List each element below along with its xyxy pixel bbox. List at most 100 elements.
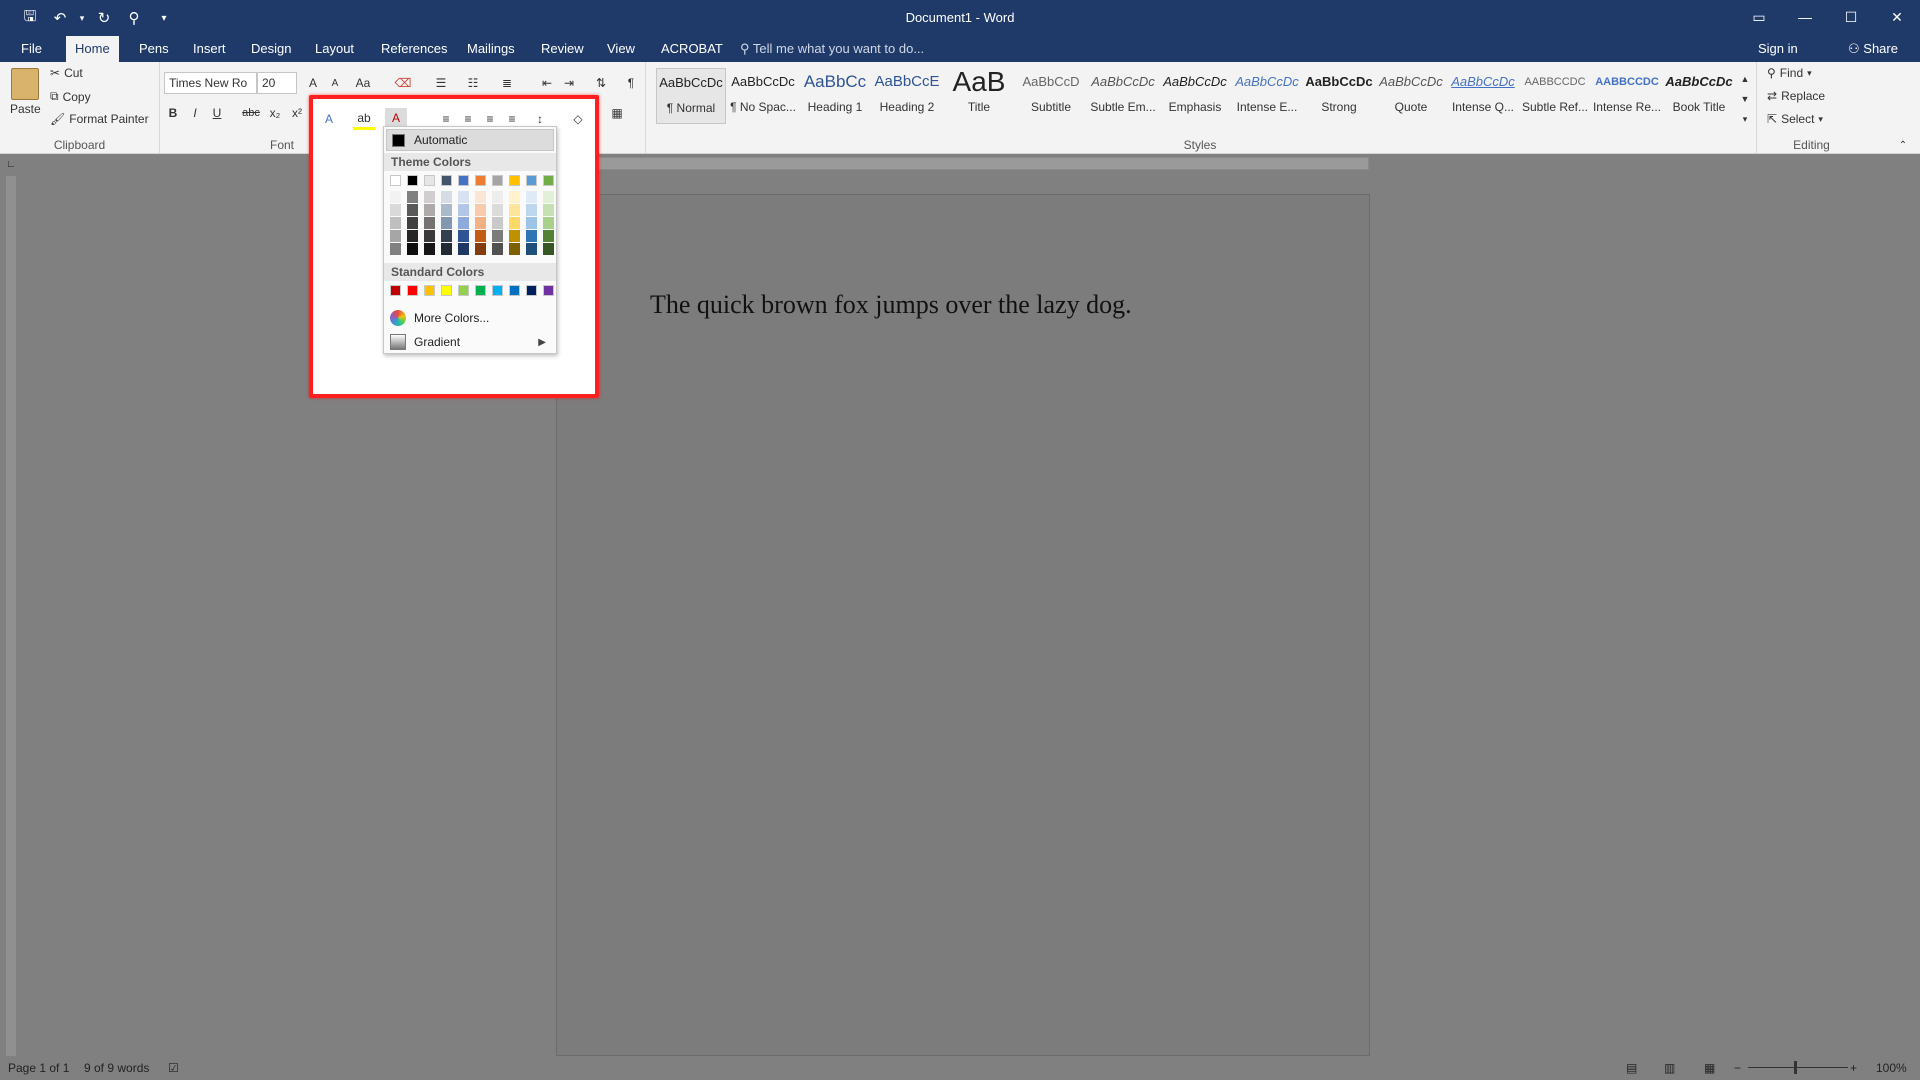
theme-shade-swatch[interactable]: [424, 191, 435, 203]
theme-shade-swatch[interactable]: [475, 230, 486, 242]
collapse-ribbon-icon[interactable]: ⌃: [1892, 134, 1914, 156]
tab-design[interactable]: Design: [242, 36, 300, 62]
theme-color-swatch[interactable]: [475, 175, 486, 186]
style-subtle-reference[interactable]: AABBCCDC Subtle Ref...: [1520, 68, 1590, 124]
theme-shade-swatch[interactable]: [509, 204, 520, 216]
theme-color-swatch[interactable]: [424, 175, 435, 186]
cut-button[interactable]: ✂ Cut: [50, 66, 83, 80]
copy-button[interactable]: ⧉ Copy: [50, 89, 91, 104]
theme-shade-swatch[interactable]: [526, 230, 537, 242]
theme-shade-swatch[interactable]: [390, 217, 401, 229]
decrease-indent-icon[interactable]: ⇤: [536, 72, 558, 94]
read-mode-icon[interactable]: ▤: [1626, 1061, 1637, 1075]
bold-button[interactable]: B: [162, 102, 184, 124]
theme-shade-swatch[interactable]: [492, 191, 503, 203]
standard-color-swatch[interactable]: [458, 285, 469, 296]
theme-shade-swatch[interactable]: [492, 204, 503, 216]
ribbon-display-options-icon[interactable]: ▭: [1736, 0, 1782, 34]
format-painter-button[interactable]: 🖌 Format Painter: [50, 112, 149, 126]
theme-shade-swatch[interactable]: [492, 217, 503, 229]
theme-color-swatch[interactable]: [390, 175, 401, 186]
minimize-icon[interactable]: —: [1782, 0, 1828, 34]
standard-color-swatch[interactable]: [441, 285, 452, 296]
theme-shade-swatch[interactable]: [407, 230, 418, 242]
standard-color-swatch[interactable]: [475, 285, 486, 296]
theme-shade-swatch[interactable]: [407, 217, 418, 229]
theme-shade-swatch[interactable]: [492, 243, 503, 255]
theme-shade-swatch[interactable]: [441, 243, 452, 255]
tab-layout[interactable]: Layout: [306, 36, 363, 62]
page-count[interactable]: Page 1 of 1: [8, 1061, 69, 1075]
bullets-icon[interactable]: ☰: [430, 72, 452, 94]
standard-color-swatch[interactable]: [390, 285, 401, 296]
theme-shade-swatch[interactable]: [526, 204, 537, 216]
theme-shade-swatch[interactable]: [407, 204, 418, 216]
tab-file[interactable]: File: [12, 36, 51, 62]
theme-color-swatch[interactable]: [543, 175, 554, 186]
theme-shade-swatch[interactable]: [509, 191, 520, 203]
strikethrough-button[interactable]: abc: [240, 102, 262, 124]
text-effects-icon[interactable]: A: [318, 108, 340, 130]
underline-button[interactable]: U: [206, 102, 228, 124]
tab-references[interactable]: References: [372, 36, 456, 62]
tell-me-search[interactable]: ⚲ Tell me what you want to do...: [740, 36, 924, 62]
standard-color-swatch[interactable]: [526, 285, 537, 296]
theme-shade-swatch[interactable]: [543, 191, 554, 203]
find-button[interactable]: ⚲ Find ▾: [1767, 66, 1812, 80]
theme-shade-swatch[interactable]: [526, 191, 537, 203]
replace-button[interactable]: ⇄ Replace: [1767, 89, 1825, 103]
theme-shade-swatch[interactable]: [475, 217, 486, 229]
style-intense-reference[interactable]: AABBCCDC Intense Re...: [1592, 68, 1662, 124]
tab-view[interactable]: View: [598, 36, 644, 62]
share-button[interactable]: ⚇ Share: [1848, 36, 1898, 62]
shrink-font-icon[interactable]: A: [324, 72, 346, 94]
theme-shade-swatch[interactable]: [390, 204, 401, 216]
web-layout-icon[interactable]: ▦: [1704, 1061, 1715, 1075]
theme-shade-swatch[interactable]: [407, 191, 418, 203]
tab-pens[interactable]: Pens: [130, 36, 178, 62]
theme-shade-swatch[interactable]: [441, 191, 452, 203]
standard-color-swatch[interactable]: [509, 285, 520, 296]
paste-button[interactable]: Paste: [10, 68, 41, 116]
theme-shade-swatch[interactable]: [390, 243, 401, 255]
more-colors-option[interactable]: More Colors...: [386, 307, 554, 329]
standard-color-swatch[interactable]: [492, 285, 503, 296]
automatic-color-option[interactable]: Automatic: [386, 129, 554, 151]
style-emphasis[interactable]: AaBbCcDc Emphasis: [1160, 68, 1230, 124]
theme-shade-swatch[interactable]: [424, 204, 435, 216]
style-no-spacing[interactable]: AaBbCcDc ¶ No Spac...: [728, 68, 798, 124]
standard-color-swatch[interactable]: [543, 285, 554, 296]
theme-shade-swatch[interactable]: [543, 243, 554, 255]
theme-shade-swatch[interactable]: [458, 230, 469, 242]
theme-shade-swatch[interactable]: [407, 243, 418, 255]
superscript-button[interactable]: x²: [286, 102, 308, 124]
zoom-slider[interactable]: [1748, 1067, 1848, 1068]
change-case-button[interactable]: Aa: [352, 72, 374, 94]
theme-shade-swatch[interactable]: [441, 217, 452, 229]
theme-color-swatch[interactable]: [407, 175, 418, 186]
style-book-title[interactable]: AaBbCcDc Book Title: [1664, 68, 1734, 124]
zoom-level[interactable]: 100%: [1876, 1061, 1907, 1075]
style-subtitle[interactable]: AaBbCcD Subtitle: [1016, 68, 1086, 124]
show-marks-icon[interactable]: ¶: [620, 72, 642, 94]
document-text[interactable]: The quick brown fox jumps over the lazy …: [650, 290, 1132, 320]
tab-acrobat[interactable]: ACROBAT: [652, 36, 732, 62]
theme-shade-swatch[interactable]: [390, 230, 401, 242]
theme-shade-swatch[interactable]: [390, 191, 401, 203]
subscript-button[interactable]: x₂: [264, 102, 286, 124]
theme-color-swatch[interactable]: [509, 175, 520, 186]
theme-shade-swatch[interactable]: [441, 230, 452, 242]
theme-color-swatch[interactable]: [492, 175, 503, 186]
tab-review[interactable]: Review: [532, 36, 593, 62]
shading-icon[interactable]: ◇: [567, 108, 589, 130]
theme-shade-swatch[interactable]: [458, 191, 469, 203]
theme-shade-swatch[interactable]: [492, 230, 503, 242]
maximize-icon[interactable]: ☐: [1828, 0, 1874, 34]
theme-color-swatch[interactable]: [441, 175, 452, 186]
theme-color-swatch[interactable]: [458, 175, 469, 186]
styles-scroll-down-icon[interactable]: ▼: [1734, 88, 1756, 110]
borders-icon[interactable]: ▦: [606, 102, 628, 124]
style-heading-2[interactable]: AaBbCcE Heading 2: [872, 68, 942, 124]
theme-shade-swatch[interactable]: [543, 217, 554, 229]
theme-shade-swatch[interactable]: [475, 243, 486, 255]
